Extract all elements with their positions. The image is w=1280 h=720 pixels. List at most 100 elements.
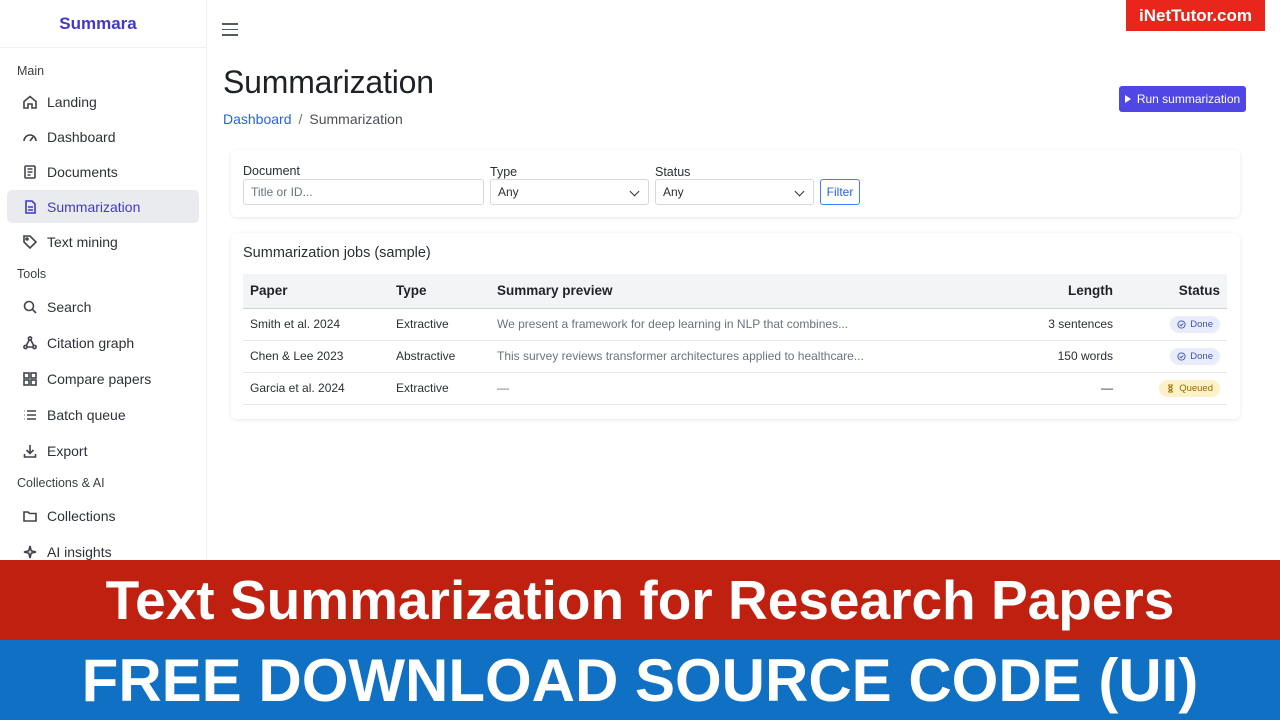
sidebar-item-dashboard[interactable]: Dashboard bbox=[7, 120, 199, 153]
status-badge: Queued bbox=[1159, 379, 1220, 397]
column-header-summary-preview[interactable]: Summary preview bbox=[490, 274, 1020, 309]
sidebar-item-collections[interactable]: Collections bbox=[7, 499, 199, 532]
column-header-type[interactable]: Type bbox=[389, 274, 490, 309]
title-banner: Text Summarization for Research Papers bbox=[0, 560, 1280, 640]
breadcrumb-link-dashboard[interactable]: Dashboard bbox=[223, 111, 292, 127]
filter-card: Document Title or ID... Type Any Status … bbox=[231, 150, 1240, 217]
sidebar-item-label: Export bbox=[47, 442, 88, 459]
status-select-value: Any bbox=[663, 185, 684, 199]
home-icon bbox=[22, 94, 38, 110]
sidebar-section-collections: Collections & AI bbox=[17, 476, 105, 490]
page-title: Summarization bbox=[223, 64, 434, 100]
cell-length: 150 words bbox=[1020, 340, 1120, 373]
chevron-down-icon bbox=[629, 186, 640, 197]
sidebar-item-documents[interactable]: Documents bbox=[7, 155, 199, 188]
sparkle-icon bbox=[22, 544, 38, 560]
check-circle-icon bbox=[1177, 319, 1186, 329]
table-row[interactable]: Chen & Lee 2023 Abstractive This survey … bbox=[243, 340, 1227, 373]
chevron-down-icon bbox=[794, 186, 805, 197]
sidebar-item-summarization[interactable]: Summarization bbox=[7, 190, 199, 223]
cell-summary-preview: — bbox=[490, 372, 1020, 405]
sidebar-item-export[interactable]: Export bbox=[7, 434, 199, 467]
cell-summary-preview: This survey reviews transformer architec… bbox=[490, 340, 1020, 373]
sidebar-item-label: Search bbox=[47, 298, 92, 315]
sidebar-item-batch-queue[interactable]: Batch queue bbox=[7, 398, 199, 431]
table-row[interactable]: Smith et al. 2024 Extractive We present … bbox=[243, 308, 1227, 341]
download-banner: FREE DOWNLOAD SOURCE CODE (UI) bbox=[0, 640, 1280, 720]
cell-status: Done bbox=[1120, 340, 1227, 373]
sidebar-item-label: Batch queue bbox=[47, 406, 126, 423]
jobs-card: Summarization jobs (sample) Paper Type S… bbox=[231, 233, 1240, 419]
table-row[interactable]: Garcia et al. 2024 Extractive — — Queued bbox=[243, 372, 1227, 405]
status-badge-label: Done bbox=[1190, 350, 1213, 362]
brand-logo[interactable]: Summara bbox=[0, 0, 206, 48]
sidebar-item-citation-graph[interactable]: Citation graph bbox=[7, 326, 199, 359]
run-summarization-button[interactable]: Run summarization bbox=[1119, 86, 1246, 112]
sidebar-item-label: Compare papers bbox=[47, 370, 152, 387]
sidebar-item-label: Summarization bbox=[47, 198, 141, 215]
sidebar-item-landing[interactable]: Landing bbox=[7, 85, 199, 118]
cell-paper: Chen & Lee 2023 bbox=[243, 340, 389, 373]
menu-toggle-icon[interactable] bbox=[222, 23, 238, 37]
sidebar-item-label: Landing bbox=[47, 93, 97, 110]
cell-length: — bbox=[1020, 372, 1120, 405]
table-header-row: Paper Type Summary preview Length Status bbox=[243, 274, 1227, 309]
sidebar-item-compare-papers[interactable]: Compare papers bbox=[7, 362, 199, 395]
sidebar-item-label: Text mining bbox=[47, 233, 118, 250]
cell-type: Extractive bbox=[389, 308, 490, 341]
breadcrumb-current: Summarization bbox=[309, 111, 403, 127]
cell-type: Extractive bbox=[389, 372, 490, 405]
sidebar-item-label: Documents bbox=[47, 163, 118, 180]
status-badge-label: Queued bbox=[1179, 382, 1213, 394]
file-text-icon bbox=[22, 199, 38, 215]
type-filter-label: Type bbox=[490, 165, 518, 179]
sidebar-item-label: Dashboard bbox=[47, 128, 116, 145]
cell-status: Done bbox=[1120, 308, 1227, 341]
document-icon bbox=[22, 164, 38, 180]
status-filter-label: Status bbox=[655, 165, 691, 179]
sidebar-item-text-mining[interactable]: Text mining bbox=[7, 225, 199, 258]
sidebar-section-tools: Tools bbox=[17, 267, 47, 281]
sidebar-item-label: Citation graph bbox=[47, 334, 135, 351]
hourglass-icon bbox=[1168, 383, 1173, 393]
download-icon bbox=[22, 443, 38, 459]
cell-length: 3 sentences bbox=[1020, 308, 1120, 341]
check-circle-icon bbox=[1177, 351, 1186, 361]
folder-icon bbox=[22, 508, 38, 524]
cell-paper: Garcia et al. 2024 bbox=[243, 372, 389, 405]
play-icon bbox=[1124, 95, 1131, 103]
sidebar-item-search[interactable]: Search bbox=[7, 290, 199, 323]
watermark-logo: iNetTutor.com bbox=[1126, 0, 1265, 31]
sidebar-item-label: Collections bbox=[47, 507, 116, 524]
sidebar-item-label: AI insights bbox=[47, 543, 112, 560]
status-badge-label: Done bbox=[1190, 318, 1213, 330]
search-icon bbox=[22, 299, 38, 315]
jobs-table: Paper Type Summary preview Length Status… bbox=[243, 274, 1227, 405]
status-badge: Done bbox=[1170, 315, 1220, 333]
run-summarization-label: Run summarization bbox=[1136, 92, 1241, 106]
jobs-title: Summarization jobs (sample) bbox=[243, 245, 431, 261]
column-header-paper[interactable]: Paper bbox=[243, 274, 389, 309]
sidebar: Summara Main Landing Dashboard Documents… bbox=[0, 0, 207, 560]
document-search-input[interactable]: Title or ID... bbox=[243, 179, 484, 205]
breadcrumb-separator: / bbox=[298, 111, 303, 127]
cell-summary-preview: We present a framework for deep learning… bbox=[490, 308, 1020, 341]
app-window: Summara Main Landing Dashboard Documents… bbox=[0, 0, 1280, 720]
status-badge: Done bbox=[1170, 347, 1220, 365]
column-header-status[interactable]: Status bbox=[1120, 274, 1227, 309]
breadcrumb: Dashboard / Summarization bbox=[223, 111, 403, 127]
type-select-value: Any bbox=[498, 185, 519, 199]
graph-icon bbox=[22, 335, 38, 351]
cell-type: Abstractive bbox=[389, 340, 490, 373]
tag-icon bbox=[22, 234, 38, 250]
status-select[interactable]: Any bbox=[655, 179, 814, 205]
filter-button[interactable]: Filter bbox=[820, 179, 860, 205]
cell-paper: Smith et al. 2024 bbox=[243, 308, 389, 341]
grid-icon bbox=[22, 371, 38, 387]
column-header-length[interactable]: Length bbox=[1020, 274, 1120, 309]
gauge-icon bbox=[22, 129, 38, 145]
list-icon bbox=[22, 407, 38, 423]
type-select[interactable]: Any bbox=[490, 179, 649, 205]
sidebar-section-main: Main bbox=[17, 64, 45, 78]
cell-status: Queued bbox=[1120, 372, 1227, 405]
